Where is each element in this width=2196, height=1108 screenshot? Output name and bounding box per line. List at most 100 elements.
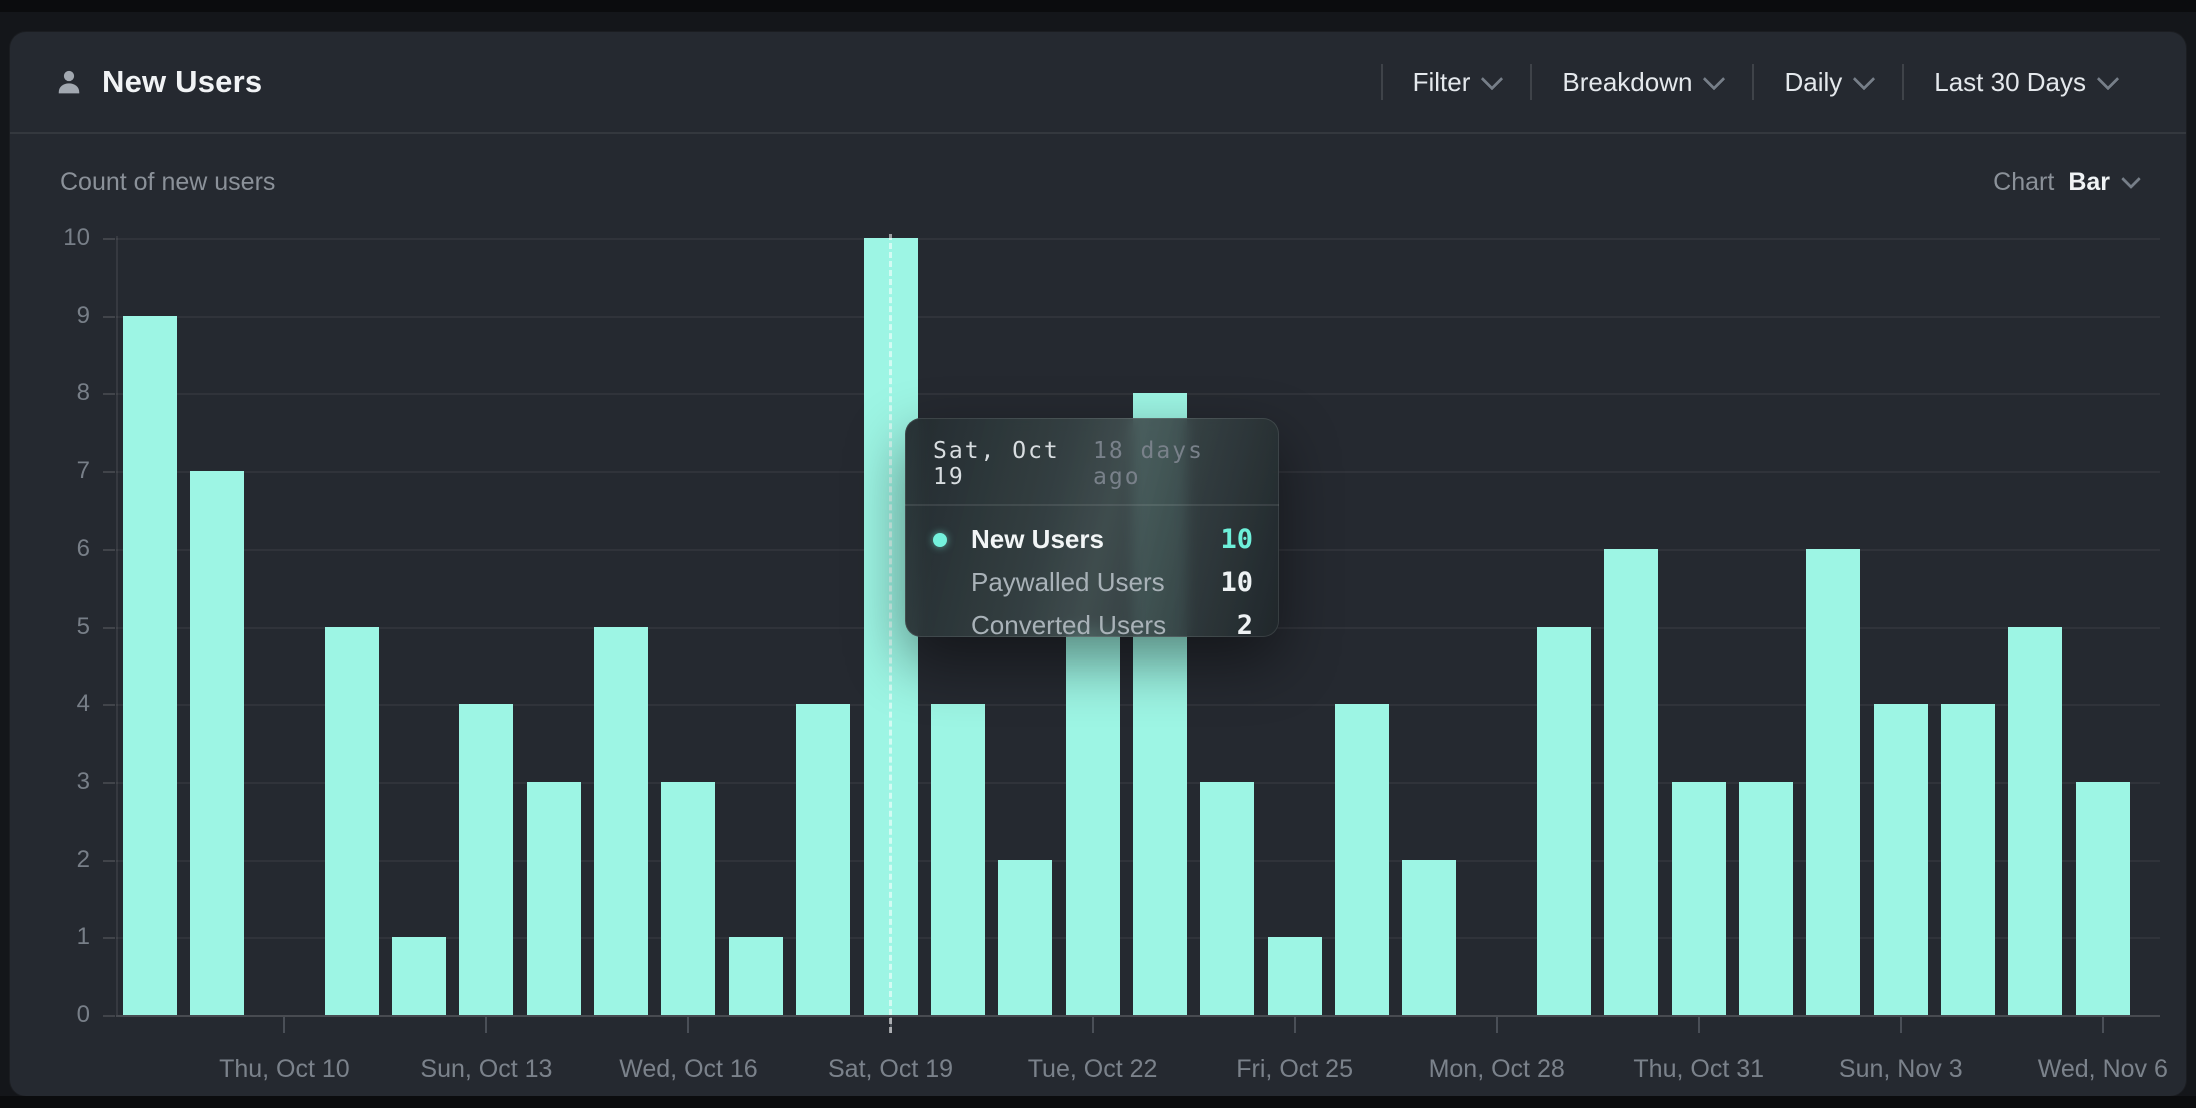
granularity-label: Daily: [1784, 67, 1842, 98]
bar-wed-oct-30[interactable]: [1604, 549, 1658, 1015]
bar-tue-oct-22[interactable]: [1066, 627, 1120, 1016]
bar-thu-oct-31[interactable]: [1672, 782, 1726, 1015]
y-axis-label: 5: [10, 612, 90, 642]
bar-tue-nov-5[interactable]: [2008, 627, 2062, 1016]
header-controls: Filter Breakdown Daily Last 30 Days: [1375, 64, 2140, 100]
bar-sun-oct-27[interactable]: [1402, 860, 1456, 1015]
tooltip-body: New Users 10 Paywalled Users 10 Converte…: [905, 506, 1279, 647]
bar-tue-oct-8[interactable]: [123, 316, 177, 1015]
bar-fri-oct-18[interactable]: [796, 704, 850, 1015]
series-dot-icon: [933, 533, 947, 547]
x-axis-tick: [485, 1017, 487, 1033]
gridline-y9: [116, 316, 2160, 318]
bar-fri-oct-11[interactable]: [325, 627, 379, 1016]
x-axis-tick: [283, 1017, 285, 1033]
tooltip-row-label: Paywalled Users: [971, 567, 1220, 598]
y-axis-label: 8: [10, 378, 90, 408]
control-divider: [1530, 64, 1532, 100]
y-axis-label: 1: [10, 922, 90, 952]
y-axis-tick: [103, 860, 115, 862]
bar-mon-nov-4[interactable]: [1941, 704, 1995, 1015]
y-axis-tick: [103, 627, 115, 629]
filter-label: Filter: [1413, 67, 1471, 98]
tooltip-row-label: Converted Users: [971, 610, 1237, 641]
tooltip-relative-time: 18 days ago: [1093, 438, 1253, 490]
bar-tue-oct-15[interactable]: [594, 627, 648, 1016]
control-divider: [1902, 64, 1904, 100]
hover-indicator-line: [889, 234, 892, 1033]
bar-thu-oct-24[interactable]: [1200, 782, 1254, 1015]
granularity-dropdown[interactable]: Daily: [1760, 67, 1896, 98]
y-axis-tick: [103, 782, 115, 784]
y-axis-label: 9: [10, 301, 90, 331]
tooltip-row-value: 2: [1237, 610, 1253, 641]
y-axis-tick: [103, 1015, 115, 1017]
y-axis-line: [116, 236, 118, 1015]
tooltip-row-new-users: New Users 10: [933, 518, 1253, 561]
bar-mon-oct-14[interactable]: [527, 782, 581, 1015]
tooltip-row-label: New Users: [971, 524, 1220, 555]
chevron-down-icon: [2121, 169, 2141, 189]
new-users-widget: 012345678910Thu, Oct 10Sun, Oct 13Wed, O…: [10, 32, 2186, 1096]
date-range-label: Last 30 Days: [1934, 67, 2086, 98]
widget-header: New Users Filter Breakdown Daily Last 30…: [10, 32, 2186, 134]
y-axis-label: 3: [10, 767, 90, 797]
chart-tooltip: Sat, Oct 19 18 days ago New Users 10 Pay…: [905, 418, 1279, 637]
x-axis-tick: [2102, 1017, 2104, 1033]
chart-type-selector[interactable]: Chart Bar: [1993, 168, 2138, 197]
breakdown-dropdown[interactable]: Breakdown: [1538, 67, 1746, 98]
person-icon: [54, 67, 84, 97]
filter-dropdown[interactable]: Filter: [1389, 67, 1525, 98]
bar-tue-oct-29[interactable]: [1537, 627, 1591, 1016]
bar-sat-oct-12[interactable]: [392, 937, 446, 1015]
y-axis-label: 6: [10, 534, 90, 564]
chevron-down-icon: [1481, 68, 1504, 91]
bar-fri-oct-25[interactable]: [1268, 937, 1322, 1015]
control-divider: [1381, 64, 1383, 100]
window-bottom-edge: [0, 1096, 2196, 1108]
bar-sat-oct-26[interactable]: [1335, 704, 1389, 1015]
bar-wed-oct-16[interactable]: [661, 782, 715, 1015]
bar-sun-oct-20[interactable]: [931, 704, 985, 1015]
bar-sat-nov-2[interactable]: [1806, 549, 1860, 1015]
chevron-down-icon: [1853, 68, 1876, 91]
x-axis-tick: [1900, 1017, 1902, 1033]
breakdown-label: Breakdown: [1562, 67, 1692, 98]
date-range-dropdown[interactable]: Last 30 Days: [1910, 67, 2140, 98]
bar-sun-oct-13[interactable]: [459, 704, 513, 1015]
x-axis-tick: [687, 1017, 689, 1033]
control-divider: [1752, 64, 1754, 100]
y-axis-tick: [103, 471, 115, 473]
bar-mon-oct-21[interactable]: [998, 860, 1052, 1015]
tooltip-row-converted-users: Converted Users 2: [933, 604, 1253, 647]
tooltip-date: Sat, Oct 19: [933, 438, 1093, 490]
bar-thu-oct-17[interactable]: [729, 937, 783, 1015]
bar-wed-nov-6[interactable]: [2076, 782, 2130, 1015]
y-axis-tick: [103, 316, 115, 318]
bar-fri-nov-1[interactable]: [1739, 782, 1793, 1015]
tooltip-row-paywalled-users: Paywalled Users 10: [933, 561, 1253, 604]
x-axis-tick: [1496, 1017, 1498, 1033]
chevron-down-icon: [2097, 68, 2120, 91]
bar-wed-oct-9[interactable]: [190, 471, 244, 1015]
y-axis-tick: [103, 704, 115, 706]
tooltip-header: Sat, Oct 19 18 days ago: [905, 418, 1279, 506]
x-axis-label: Wed, Nov 6: [1983, 1055, 2196, 1084]
y-axis-tick: [103, 549, 115, 551]
bar-sun-nov-3[interactable]: [1874, 704, 1928, 1015]
window-top-edge: [0, 0, 2196, 12]
tooltip-row-value: 10: [1220, 524, 1253, 555]
x-axis-tick: [1092, 1017, 1094, 1033]
y-axis-tick: [103, 238, 115, 240]
x-axis-line: [116, 1015, 2160, 1017]
widget-title: New Users: [102, 64, 262, 100]
y-axis-label: 4: [10, 689, 90, 719]
y-axis-label: 7: [10, 456, 90, 486]
chart-type-caption: Chart: [1993, 168, 2054, 197]
chart-toolbar: Count of new users Chart Bar: [10, 134, 2186, 230]
metric-label: Count of new users: [60, 168, 275, 197]
x-axis-tick: [1294, 1017, 1296, 1033]
chevron-down-icon: [1703, 68, 1726, 91]
y-axis-label: 2: [10, 845, 90, 875]
tooltip-row-value: 10: [1220, 567, 1253, 598]
